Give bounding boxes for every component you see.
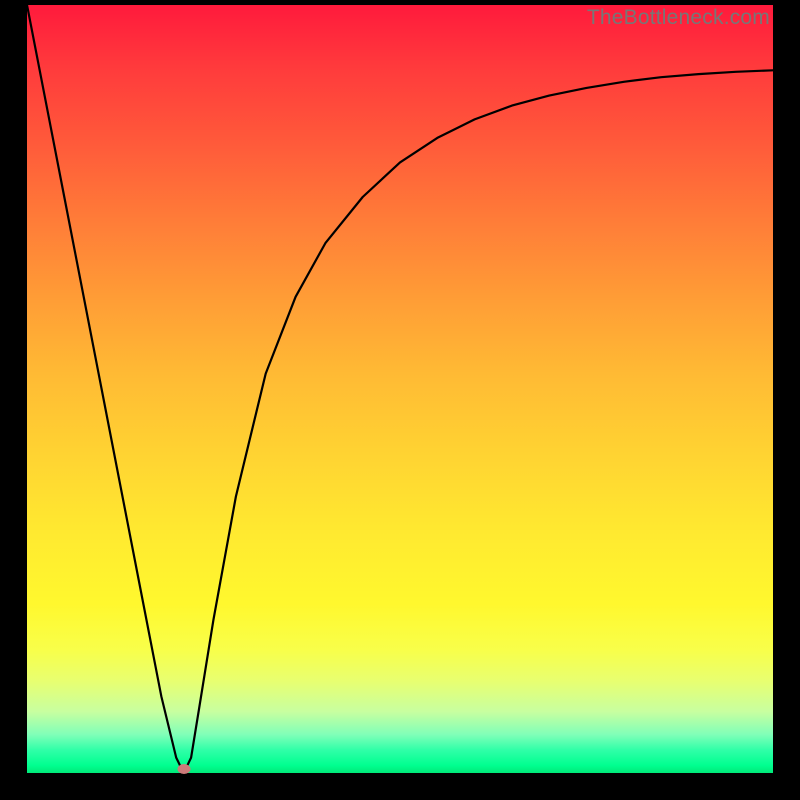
watermark-text: TheBottleneck.com bbox=[587, 6, 770, 30]
chart-frame bbox=[27, 5, 773, 773]
optimum-marker bbox=[177, 764, 190, 774]
bottleneck-curve bbox=[27, 5, 773, 773]
curve-svg bbox=[27, 5, 773, 773]
